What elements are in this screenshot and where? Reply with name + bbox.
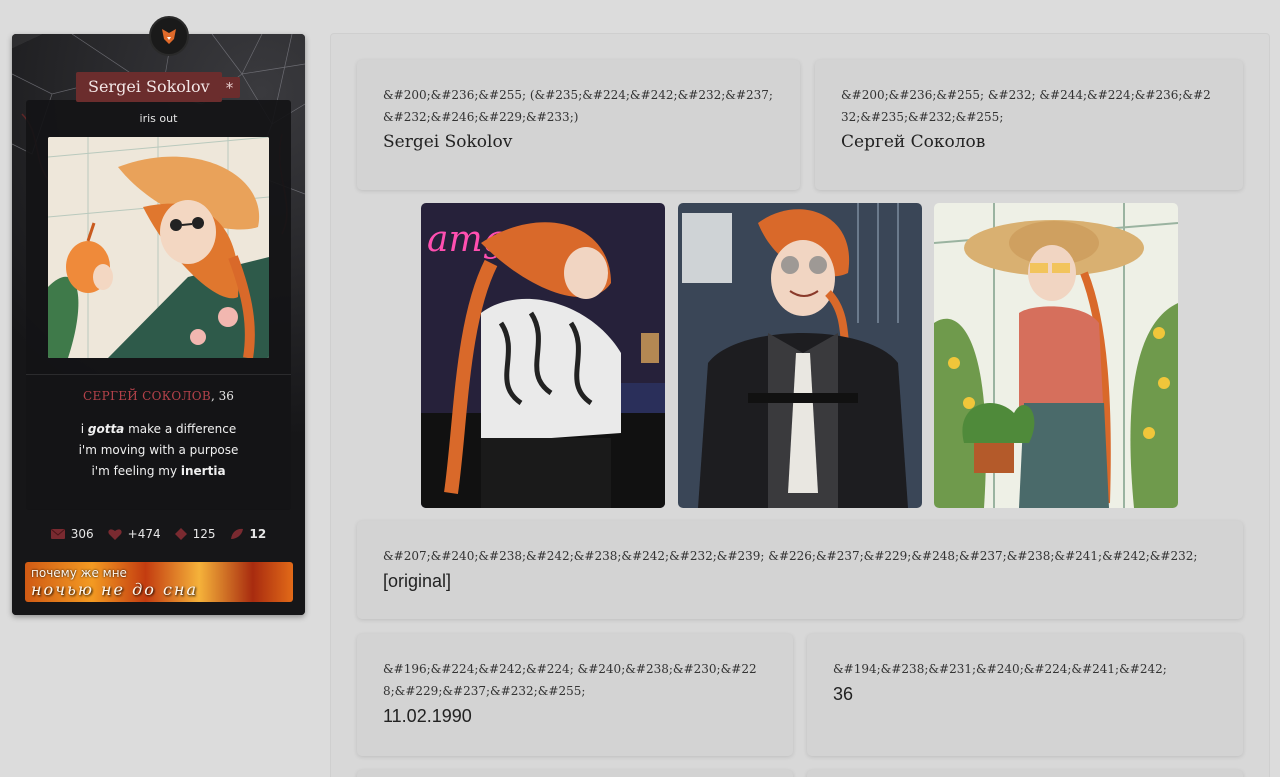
garden-illustration [934,203,1178,508]
portrait-illustration [48,137,269,358]
field-next-right [807,770,1243,777]
profile-stats: 306 +474 125 12 [12,524,305,544]
lyrics-line-2: i'm moving with a purpose [78,443,239,457]
character-age: , 36 [211,389,234,403]
profile-lyrics: i gotta make a difference i'm moving wit… [26,419,291,482]
field-dob: &#196;&#224;&#242;&#224; &#240;&#238;&#2… [357,634,793,756]
character-name[interactable]: СЕРГЕЙ СОКОЛОВ [83,389,211,403]
field-dob-label: &#196;&#224;&#242;&#224; &#240;&#238;&#2… [383,662,757,698]
field-name-en-value: Sergei Sokolov [383,132,513,152]
lyrics-line-1: i gotta make a difference [80,422,237,436]
profile-inner-card: iris out СЕРГЕЙ СОКОЛОВ, 36 i gotta make… [26,100,291,510]
bar-illustration: amg [421,203,665,508]
fox-icon [162,29,176,44]
gallery-image-garden[interactable] [934,203,1178,508]
envelope-icon [50,529,65,539]
field-name-ru-value: Сергей Соколов [841,132,986,152]
profile-info-panel: СЕРГЕЙ СОКОЛОВ, 36 i gotta make a differ… [26,374,291,509]
field-name-en-label: &#200;&#236;&#255; (&#235;&#224;&#242;&#… [383,88,773,124]
field-dob-value: 11.02.1990 [383,706,472,726]
site-logo-avatar[interactable] [149,16,189,56]
field-name-ru: &#200;&#236;&#255; &#232; &#244;&#224;&#… [815,60,1243,190]
leaf-icon [230,528,243,539]
lyrics-line-3: i'm feeling my inertia [91,464,226,478]
profile-subtitle: iris out [139,112,178,125]
stat-posts[interactable]: 125 [174,527,216,541]
field-origin-value: [original] [383,571,452,591]
field-origin: &#207;&#240;&#238;&#242;&#238;&#242;&#23… [357,521,1243,619]
field-age: &#194;&#238;&#231;&#240;&#224;&#241;&#24… [807,634,1243,756]
diamond-icon [174,528,187,540]
main-panel: &#200;&#236;&#255; (&#235;&#224;&#242;&#… [330,33,1270,777]
signature-banner[interactable]: почему же мне ночью не до сна [25,562,293,602]
field-origin-label: &#207;&#240;&#238;&#242;&#238;&#242;&#23… [383,549,1198,563]
heart-icon [108,529,122,540]
suit-illustration [678,203,922,508]
field-name-ru-label: &#200;&#236;&#255; &#232; &#244;&#224;&#… [841,88,1211,124]
star-button[interactable]: * [219,77,240,98]
banner-line-1: почему же мне [31,566,127,580]
profile-name-plate[interactable]: Sergei Sokolov [76,72,222,102]
field-name-en: &#200;&#236;&#255; (&#235;&#224;&#242;&#… [357,60,800,190]
banner-line-2: ночью не до сна [31,580,198,599]
stat-awards[interactable]: 12 [230,527,266,541]
field-age-label: &#194;&#238;&#231;&#240;&#224;&#241;&#24… [833,662,1167,676]
stat-reputation[interactable]: +474 [108,527,161,541]
stat-messages[interactable]: 306 [50,527,94,541]
field-age-value: 36 [833,684,854,704]
field-next-left [357,770,793,777]
gallery-image-suit[interactable] [678,203,922,508]
character-name-line: СЕРГЕЙ СОКОЛОВ, 36 [26,389,291,403]
profile-card: Sergei Sokolov * iris out СЕРГЕЙ СОКОЛОВ… [12,16,305,615]
gallery-image-bar[interactable]: amg [421,203,665,508]
profile-portrait-image[interactable] [48,137,269,358]
